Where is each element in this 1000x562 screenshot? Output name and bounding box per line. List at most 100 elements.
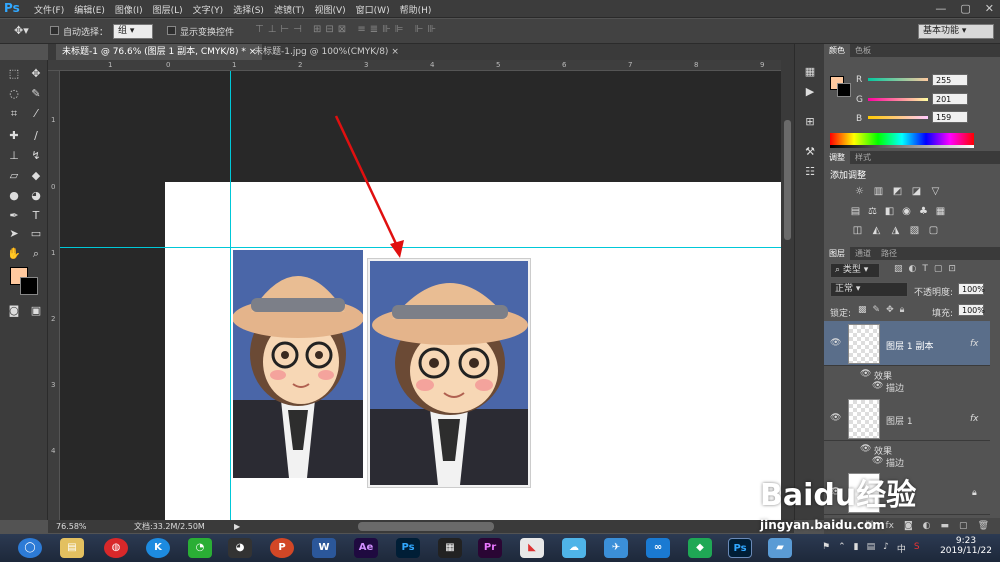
canvas-area[interactable]: 1 0 1 2 3 4 5 6 7 8 9 1 0 1 2 3 4 — [48, 60, 781, 520]
marquee-tool-icon[interactable]: ⬚ — [6, 66, 22, 82]
status-arrow-icon[interactable]: ▶ — [234, 520, 240, 533]
tray-network-icon[interactable]: ▤ — [867, 542, 876, 555]
vertical-guide[interactable] — [230, 71, 231, 520]
visibility-eye-icon[interactable]: 👁︎ — [830, 413, 841, 423]
paint-bucket-icon[interactable]: ◆ — [28, 168, 44, 184]
scrollbar-thumb[interactable] — [784, 120, 791, 240]
shape-tool-icon[interactable]: ▭ — [28, 226, 44, 242]
add-style-icon[interactable]: fx — [885, 521, 894, 531]
tab-color[interactable]: 颜色 — [824, 44, 850, 57]
start-button[interactable]: ◯ — [18, 538, 42, 558]
layer-name[interactable]: 图层 1 副本 — [886, 339, 933, 352]
smart-filter-icon[interactable]: ⊡ — [948, 264, 956, 274]
dodge-tool-icon[interactable]: ◕ — [28, 188, 44, 204]
wechat-icon[interactable]: ◔ — [188, 538, 212, 558]
powerpoint-icon[interactable]: P — [270, 538, 294, 558]
baidu-netdisk-icon[interactable]: ∞ — [646, 538, 670, 558]
tray-battery-icon[interactable]: ▮ — [854, 542, 859, 555]
auto-select-checkbox[interactable] — [50, 26, 59, 38]
tray-volume-icon[interactable]: ♪ — [883, 542, 889, 555]
r-slider[interactable] — [868, 78, 928, 81]
crop-tool-icon[interactable]: ⌗ — [6, 106, 22, 122]
vibrance-icon[interactable]: ▽ — [930, 186, 941, 197]
background-color-swatch[interactable] — [20, 277, 38, 295]
after-effects-icon[interactable]: Ae — [354, 538, 378, 558]
menu-layer[interactable]: 图层(L) — [153, 3, 183, 16]
kugou-icon[interactable]: K — [146, 538, 170, 558]
tab-paths[interactable]: 路径 — [876, 247, 902, 260]
move-tool-icon[interactable]: ✥▾ — [14, 24, 40, 38]
pen-tool-icon[interactable]: ✒ — [6, 208, 22, 224]
cartoon-photo-layer-1[interactable] — [233, 250, 363, 478]
background-lock-icon[interactable]: 🔒︎ — [972, 488, 977, 498]
properties-panel-icon[interactable]: ☷ — [802, 164, 818, 180]
posterize-icon[interactable]: ◭ — [871, 225, 882, 236]
layer-kind-filter[interactable]: ⌕ 类型 ▾ — [830, 263, 880, 278]
actions-play-icon[interactable]: ▶ — [802, 84, 818, 100]
visibility-eye-icon[interactable]: 👁︎ — [830, 338, 841, 348]
video-editor-icon[interactable]: ▦ — [438, 538, 462, 558]
gradient-map-icon[interactable]: ▧ — [909, 225, 920, 236]
cloud-app-icon[interactable]: ☁ — [562, 538, 586, 558]
delete-layer-icon[interactable]: 🗑︎ — [978, 521, 989, 531]
photoshop-taskbar-icon[interactable]: Ps — [396, 538, 420, 558]
layer-name[interactable]: 图层 1 — [886, 414, 913, 427]
fill-value[interactable]: 100% — [958, 304, 985, 316]
clock[interactable]: 9:23 2019/11/22 — [938, 536, 994, 556]
menu-window[interactable]: 窗口(W) — [356, 3, 390, 16]
levels-icon[interactable]: ▥ — [873, 186, 884, 197]
menu-select[interactable]: 选择(S) — [233, 3, 264, 16]
file-explorer-icon[interactable]: ▤ — [60, 538, 84, 558]
layer-row-copy[interactable]: 👁︎ 图层 1 副本 fx — [824, 321, 990, 366]
brush-tool-icon[interactable]: ∕ — [28, 128, 44, 144]
threshold-icon[interactable]: ◮ — [890, 225, 901, 236]
menu-help[interactable]: 帮助(H) — [400, 3, 432, 16]
hue-sat-icon[interactable]: ▤ — [850, 206, 861, 217]
g-value[interactable]: 201 — [932, 93, 968, 105]
lock-position-icon[interactable]: ✥ — [886, 305, 894, 315]
channel-mixer-icon[interactable]: ♣ — [918, 206, 929, 217]
menu-filter[interactable]: 滤镜(T) — [274, 3, 305, 16]
layer-row-1[interactable]: 👁︎ 图层 1 fx — [824, 396, 990, 441]
blur-tool-icon[interactable]: ● — [6, 188, 22, 204]
photoshop-active-icon[interactable]: Ps — [728, 538, 752, 558]
history-panel-icon[interactable]: ▦ — [802, 64, 818, 80]
close-button[interactable]: ✕ — [985, 2, 994, 15]
shape-filter-icon[interactable]: ▢ — [934, 264, 943, 274]
minimize-button[interactable]: — — [935, 2, 946, 15]
healing-brush-icon[interactable]: ✚ — [6, 128, 22, 144]
brightness-icon[interactable]: ☼ — [854, 186, 865, 197]
photo-filter-icon[interactable]: ◉ — [901, 206, 912, 217]
restore-button[interactable]: ▢ — [960, 2, 970, 15]
eraser-tool-icon[interactable]: ▱ — [6, 168, 22, 184]
adjust-filter-icon[interactable]: ◐ — [909, 264, 917, 274]
exposure-icon[interactable]: ◪ — [911, 186, 922, 197]
screen-mode-icon[interactable]: ▣ — [28, 303, 44, 319]
lock-pixels-icon[interactable]: ✎ — [873, 305, 881, 315]
qq-icon[interactable]: ◕ — [228, 538, 252, 558]
vertical-scrollbar[interactable] — [781, 60, 794, 520]
tab-layers[interactable]: 图层 — [824, 247, 850, 260]
menu-edit[interactable]: 编辑(E) — [74, 3, 105, 16]
menu-view[interactable]: 视图(V) — [314, 3, 345, 16]
tab-document-1[interactable]: 未标题-1 @ 76.6% (图层 1 副本, CMYK/8) * × — [56, 44, 263, 60]
effects-eye-icon[interactable]: 👁︎ — [860, 444, 871, 454]
path-select-icon[interactable]: ➤ — [6, 226, 22, 242]
lock-all-icon[interactable]: 🔒︎ — [900, 305, 905, 315]
blend-mode-dropdown[interactable]: 正常 ▾ — [830, 282, 908, 297]
quick-mask-icon[interactable]: ◙ — [6, 303, 22, 319]
new-group-icon[interactable]: ▬ — [941, 521, 950, 531]
netease-music-icon[interactable]: ◍ — [104, 538, 128, 558]
effects-eye-icon[interactable]: 👁︎ — [860, 369, 871, 379]
g-slider[interactable] — [868, 98, 928, 101]
green-app-icon[interactable]: ◆ — [688, 538, 712, 558]
tray-language[interactable]: 中 — [897, 542, 906, 555]
black-white-icon[interactable]: ◧ — [884, 206, 895, 217]
new-fill-icon[interactable]: ◐ — [923, 521, 931, 531]
pixel-filter-icon[interactable]: ▨ — [894, 264, 903, 274]
zoom-level[interactable]: 76.58% — [56, 520, 87, 533]
history-brush-icon[interactable]: ↯ — [28, 148, 44, 164]
color-bg-swatch[interactable] — [837, 83, 851, 97]
lock-transparent-icon[interactable]: ▩ — [858, 305, 867, 315]
color-spectrum-ramp[interactable] — [830, 133, 974, 145]
